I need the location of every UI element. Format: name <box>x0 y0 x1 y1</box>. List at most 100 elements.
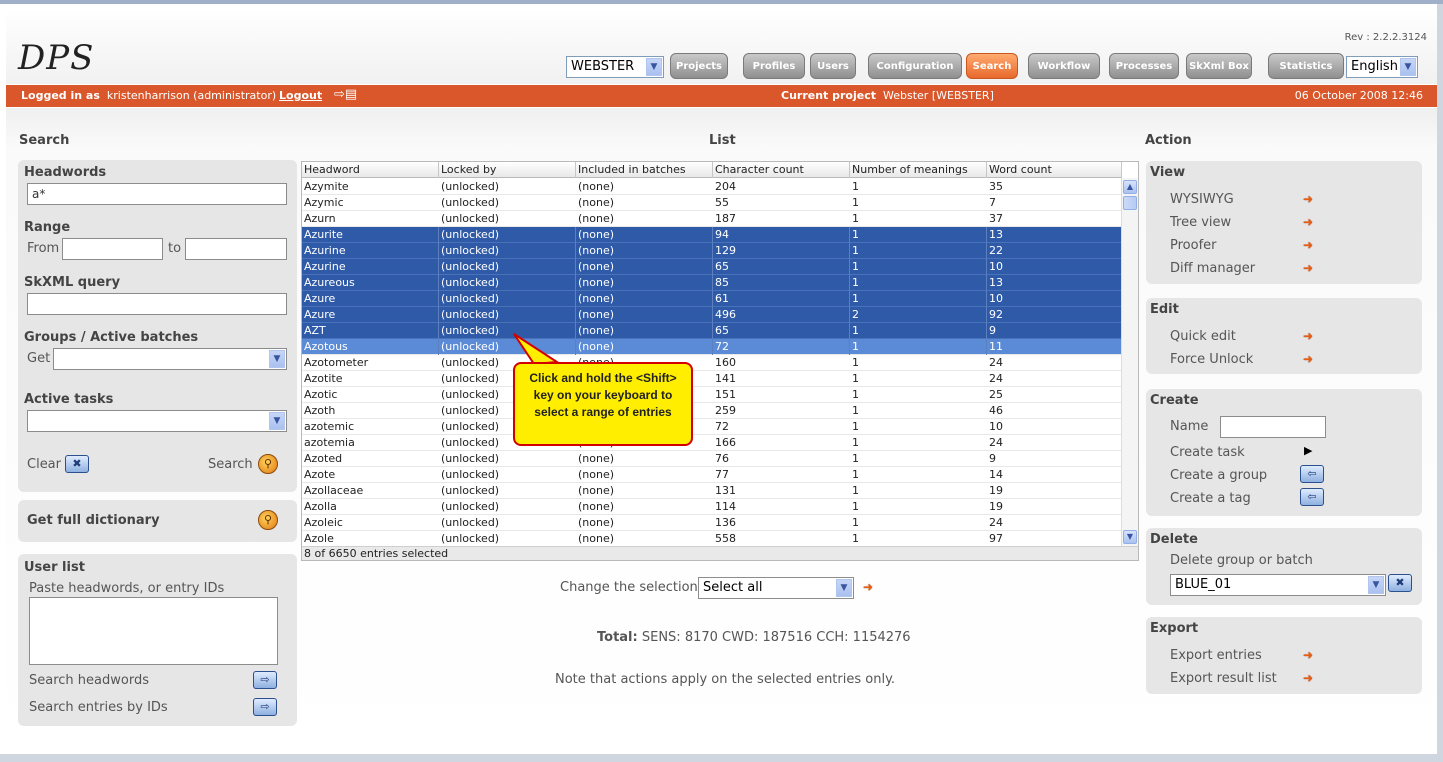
search-icon[interactable]: ⚲ <box>258 510 278 530</box>
delete-group-select[interactable]: BLUE_01 ▼ <box>1170 574 1386 596</box>
scroll-up-icon[interactable]: ▲ <box>1123 180 1137 194</box>
table-row[interactable]: Azurine (unlocked) (none) 129 1 22 <box>302 243 1122 259</box>
column-header[interactable]: Character count <box>713 162 850 178</box>
search-ids-label[interactable]: Search entries by IDs <box>29 700 168 715</box>
scroll-thumb[interactable] <box>1123 196 1137 210</box>
table-cell: 55 <box>715 196 729 209</box>
range-from-input[interactable] <box>62 238 163 260</box>
table-row[interactable]: Azote (unlocked) (none) 77 1 14 <box>302 467 1122 483</box>
clear-label[interactable]: Clear <box>27 457 61 472</box>
arrow-right-icon[interactable]: ➜ <box>1303 215 1313 229</box>
table-row[interactable]: Azurite (unlocked) (none) 94 1 13 <box>302 227 1122 243</box>
view-item-proofer[interactable]: Proofer <box>1170 238 1217 253</box>
table-row[interactable]: Azoleic (unlocked) (none) 136 1 24 <box>302 515 1122 531</box>
scroll-down-icon[interactable]: ▼ <box>1123 530 1137 544</box>
vertical-scrollbar[interactable]: ▲ ▼ <box>1121 178 1138 546</box>
arrow-right-icon[interactable]: ➜ <box>1303 192 1313 206</box>
edit-item-quick-edit[interactable]: Quick edit <box>1170 329 1236 344</box>
tab-users[interactable]: Users <box>810 53 856 79</box>
change-selection-value: Select all <box>703 580 763 595</box>
table-row[interactable]: Azurine (unlocked) (none) 65 1 10 <box>302 259 1122 275</box>
table-row[interactable]: Azoted (unlocked) (none) 76 1 9 <box>302 451 1122 467</box>
tab-search[interactable]: Search <box>966 53 1018 79</box>
tab-statistics[interactable]: Statistics <box>1268 53 1344 79</box>
table-row[interactable]: Azotite(unlocked)(none)141124 <box>302 371 1122 387</box>
table-row[interactable]: Azole (unlocked) (none) 558 1 97 <box>302 531 1122 547</box>
table-row[interactable]: AZT (unlocked) (none) 65 1 9 <box>302 323 1122 339</box>
full-dictionary-label[interactable]: Get full dictionary <box>27 513 160 528</box>
export-item-export-entries[interactable]: Export entries <box>1170 648 1262 663</box>
table-row[interactable]: Azure (unlocked) (none) 496 2 92 <box>302 307 1122 323</box>
table-row[interactable]: Azymic (unlocked) (none) 55 1 7 <box>302 195 1122 211</box>
create-tag-label[interactable]: Create a tag <box>1170 491 1251 506</box>
language-select-value: English <box>1351 59 1398 74</box>
tab-workflow[interactable]: Workflow <box>1028 53 1100 79</box>
arrow-right-icon[interactable]: ➜ <box>1303 329 1313 343</box>
column-header[interactable]: Included in batches <box>576 162 713 178</box>
tab-processes[interactable]: Processes <box>1109 53 1179 79</box>
edit-item-force-unlock[interactable]: Force Unlock <box>1170 352 1253 367</box>
tab-skxml-box[interactable]: SkXml Box <box>1186 53 1252 79</box>
column-header[interactable]: Number of meanings <box>850 162 987 178</box>
table-row[interactable]: azotemic(unlocked)(none)72110 <box>302 419 1122 435</box>
table-row[interactable]: Azotometer(unlocked)(none)160124 <box>302 355 1122 371</box>
table-row[interactable]: azotemia(unlocked)(none)166124 <box>302 435 1122 451</box>
export-item-export-result-list[interactable]: Export result list <box>1170 671 1277 686</box>
view-item-tree-view[interactable]: Tree view <box>1170 215 1231 230</box>
view-item-diff-manager[interactable]: Diff manager <box>1170 261 1255 276</box>
column-header[interactable]: Headword <box>302 162 439 178</box>
play-icon[interactable]: ▶ <box>1304 444 1312 457</box>
table-cell: (none) <box>578 484 615 497</box>
apply-arrow-icon[interactable]: ➜ <box>863 580 873 594</box>
range-to-input[interactable] <box>185 238 287 260</box>
logout-link[interactable]: Logout <box>279 89 322 102</box>
change-selection-select[interactable]: Select all ▼ <box>698 577 854 599</box>
skxml-label: SkXML query <box>24 275 121 290</box>
view-item-wysiwyg[interactable]: WYSIWYG <box>1170 192 1234 207</box>
groups-select[interactable]: ▼ <box>53 348 287 370</box>
headwords-input[interactable]: a* <box>27 183 287 205</box>
create-tag-icon[interactable]: ⇦ <box>1300 488 1324 506</box>
table-row[interactable]: Azollaceae (unlocked) (none) 131 1 19 <box>302 483 1122 499</box>
create-group-label[interactable]: Create a group <box>1170 468 1267 483</box>
user-list-textarea[interactable] <box>29 597 278 665</box>
logout-icon[interactable]: ⇨▤ <box>334 87 357 102</box>
table-row[interactable]: Azure (unlocked) (none) 61 1 10 <box>302 291 1122 307</box>
table-cell: Azymite <box>304 180 349 193</box>
language-select[interactable]: English ▼ <box>1346 56 1418 78</box>
create-group-icon[interactable]: ⇦ <box>1300 465 1324 483</box>
create-name-input[interactable] <box>1220 416 1326 438</box>
delete-icon[interactable]: ✖ <box>1388 574 1412 592</box>
search-headwords-label[interactable]: Search headwords <box>29 673 149 688</box>
arrow-right-icon[interactable]: ➜ <box>1303 671 1313 685</box>
clear-icon[interactable]: ✖ <box>65 455 89 473</box>
arrow-right-icon[interactable]: ➜ <box>1303 648 1313 662</box>
table-cell: 204 <box>715 180 736 193</box>
active-tasks-select[interactable]: ▼ <box>27 410 287 432</box>
tab-configuration[interactable]: Configuration <box>868 53 962 79</box>
table-cell: Azotic <box>304 388 338 401</box>
arrow-right-icon[interactable]: ➜ <box>1303 261 1313 275</box>
project-select[interactable]: WEBSTER ▼ <box>566 56 664 78</box>
table-row[interactable]: Azurn (unlocked) (none) 187 1 37 <box>302 211 1122 227</box>
column-header[interactable]: Locked by <box>439 162 576 178</box>
table-row[interactable]: Azoth(unlocked)(none)259146 <box>302 403 1122 419</box>
column-header[interactable]: Word count <box>987 162 1122 178</box>
table-row[interactable]: Azureous (unlocked) (none) 85 1 13 <box>302 275 1122 291</box>
arrow-right-icon[interactable]: ➜ <box>1303 238 1313 252</box>
table-row[interactable]: Azotic(unlocked)(none)151125 <box>302 387 1122 403</box>
arrow-right-icon[interactable]: ➜ <box>1303 352 1313 366</box>
create-task-label[interactable]: Create task <box>1170 445 1245 460</box>
tab-profiles[interactable]: Profiles <box>743 53 805 79</box>
search-ids-icon[interactable]: ⇨ <box>253 698 277 716</box>
search-label[interactable]: Search <box>208 457 253 472</box>
table-row[interactable]: Azolla (unlocked) (none) 114 1 19 <box>302 499 1122 515</box>
total-label: Total: <box>597 630 638 645</box>
tab-projects[interactable]: Projects <box>670 53 728 79</box>
search-headwords-icon[interactable]: ⇨ <box>253 671 277 689</box>
table-row[interactable]: Azotous (unlocked) (none) 72 1 11 <box>302 339 1122 355</box>
search-icon[interactable]: ⚲ <box>258 454 278 474</box>
app-window: DPS Rev : 2.2.2.3124 WEBSTER ▼ Projects P… <box>0 0 1443 762</box>
table-row[interactable]: Azymite (unlocked) (none) 204 1 35 <box>302 179 1122 195</box>
skxml-query-input[interactable] <box>27 293 287 315</box>
